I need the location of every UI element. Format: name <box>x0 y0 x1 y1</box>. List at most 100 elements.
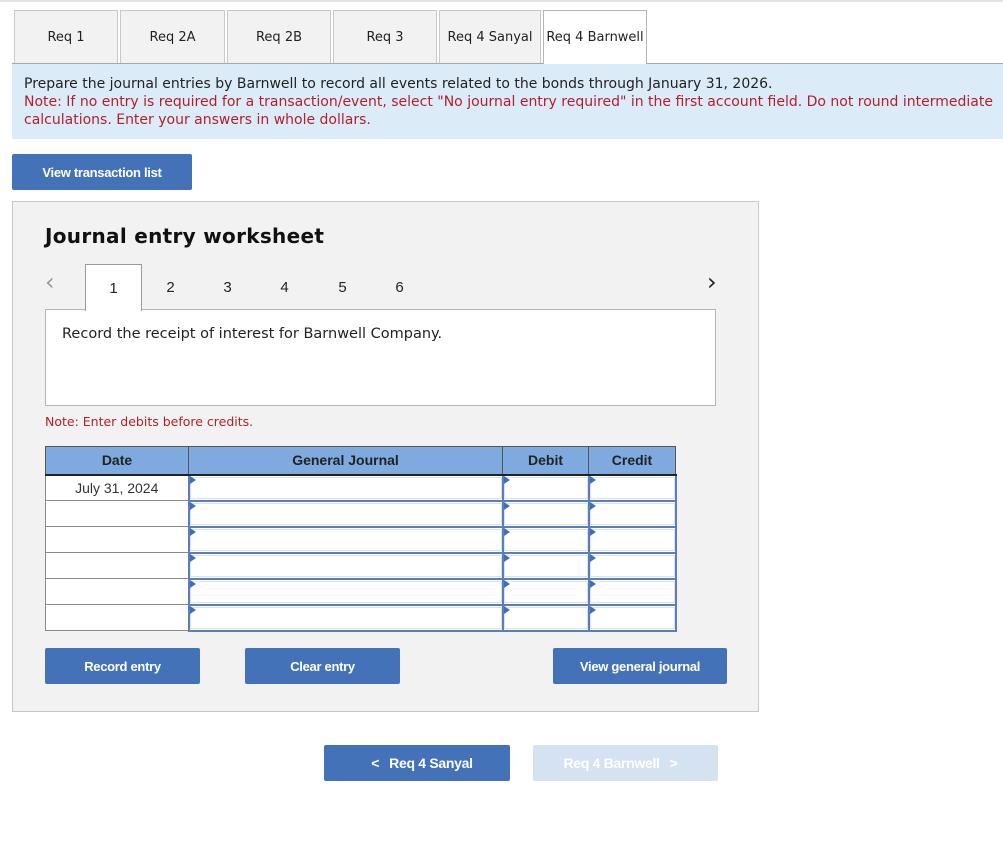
tab-req-4-barnwell[interactable]: Req 4 Barnwell <box>543 10 647 64</box>
dropdown-marker-icon <box>589 527 596 536</box>
dropdown-marker-icon <box>189 475 196 484</box>
table-row <box>45 499 677 528</box>
account-input[interactable] <box>189 606 502 629</box>
dropdown-marker-icon <box>189 579 196 588</box>
credit-input[interactable] <box>589 606 675 629</box>
worksheet-title: Journal entry worksheet <box>45 224 325 248</box>
dropdown-marker-icon <box>589 553 596 562</box>
date-cell <box>45 604 189 631</box>
top-divider <box>0 0 1003 2</box>
debit-cell <box>501 499 590 528</box>
instructions-box: Prepare the journal entries by Barnwell … <box>12 64 1003 139</box>
table-header-row: Date General Journal Debit Credit <box>45 446 676 476</box>
account-cell <box>187 499 504 528</box>
next-requirement-button: Req 4 Barnwell > <box>533 745 718 781</box>
credit-input[interactable] <box>589 554 675 577</box>
date-cell <box>45 526 189 553</box>
dropdown-marker-icon <box>503 553 510 562</box>
dropdown-marker-icon <box>589 475 596 484</box>
debit-input[interactable] <box>503 476 588 499</box>
chevron-left-icon: < <box>371 755 380 771</box>
table-row <box>45 525 677 554</box>
credit-input[interactable] <box>589 528 675 551</box>
dropdown-marker-icon <box>503 475 510 484</box>
dropdown-marker-icon <box>503 579 510 588</box>
table-row <box>45 603 677 632</box>
header-debit: Debit <box>502 446 589 476</box>
credit-cell <box>587 551 677 580</box>
entry-description-text: Record the receipt of interest for Barnw… <box>62 326 443 342</box>
date-cell <box>45 552 189 579</box>
credit-cell <box>587 577 677 606</box>
account-cell <box>187 473 504 502</box>
page-3[interactable]: 3 <box>199 264 256 310</box>
clear-entry-button[interactable]: Clear entry <box>245 648 400 684</box>
dropdown-marker-icon <box>189 501 196 510</box>
dropdown-marker-icon <box>589 605 596 614</box>
account-input[interactable] <box>189 580 502 603</box>
credit-cell <box>587 603 677 632</box>
dropdown-marker-icon <box>189 553 196 562</box>
table-row <box>45 577 677 606</box>
tab-req-4-sanyal[interactable]: Req 4 Sanyal <box>439 10 541 63</box>
dropdown-marker-icon <box>189 527 196 536</box>
dropdown-marker-icon <box>589 579 596 588</box>
debit-cell <box>501 577 590 606</box>
chevron-right-icon: > <box>669 755 678 771</box>
account-cell <box>187 525 504 554</box>
debit-input[interactable] <box>503 606 588 629</box>
credit-input[interactable] <box>589 502 675 525</box>
dropdown-marker-icon <box>189 605 196 614</box>
chevron-left-icon[interactable]: ‹ <box>45 268 55 296</box>
instructions-text: Prepare the journal entries by Barnwell … <box>24 76 773 92</box>
date-cell: July 31, 2024 <box>45 474 189 501</box>
account-cell <box>187 551 504 580</box>
debit-input[interactable] <box>503 554 588 577</box>
debits-note: Note: Enter debits before credits. <box>45 414 254 429</box>
chevron-right-icon[interactable]: › <box>707 268 717 296</box>
page-6[interactable]: 6 <box>371 264 428 310</box>
tab-req-2a[interactable]: Req 2A <box>120 10 225 63</box>
debit-cell <box>501 525 590 554</box>
journal-entry-worksheet: Journal entry worksheet ‹ 1 2 3 4 5 6 › … <box>12 201 759 712</box>
entry-description: Record the receipt of interest for Barnw… <box>45 309 716 406</box>
header-credit: Credit <box>588 446 676 476</box>
requirement-tabs: Req 1 Req 2A Req 2B Req 3 Req 4 Sanyal R… <box>14 10 649 64</box>
journal-table: Date General Journal Debit Credit July 3… <box>45 446 677 632</box>
account-input[interactable] <box>189 476 502 499</box>
header-general-journal: General Journal <box>188 446 503 476</box>
debit-cell <box>501 603 590 632</box>
credit-input[interactable] <box>589 580 675 603</box>
account-cell <box>187 577 504 606</box>
tab-req-1[interactable]: Req 1 <box>14 10 118 63</box>
page-4[interactable]: 4 <box>256 264 313 310</box>
date-cell <box>45 500 189 527</box>
record-entry-button[interactable]: Record entry <box>45 648 200 684</box>
account-input[interactable] <box>189 528 502 551</box>
credit-cell <box>587 525 677 554</box>
credit-cell <box>587 473 677 502</box>
dropdown-marker-icon <box>503 605 510 614</box>
view-transaction-list-button[interactable]: View transaction list <box>12 154 192 190</box>
debit-cell <box>501 551 590 580</box>
page-5[interactable]: 5 <box>314 264 371 310</box>
account-cell <box>187 603 504 632</box>
debit-input[interactable] <box>503 580 588 603</box>
debit-input[interactable] <box>503 502 588 525</box>
page-2[interactable]: 2 <box>142 264 199 310</box>
table-row <box>45 551 677 580</box>
tab-req-3[interactable]: Req 3 <box>333 10 437 63</box>
debit-input[interactable] <box>503 528 588 551</box>
credit-cell <box>587 499 677 528</box>
page-1[interactable]: 1 <box>85 264 142 311</box>
debit-cell <box>501 473 590 502</box>
dropdown-marker-icon <box>589 501 596 510</box>
instructions-note: Note: If no entry is required for a tran… <box>24 94 993 128</box>
prev-requirement-label: Req 4 Sanyal <box>389 755 473 771</box>
account-input[interactable] <box>189 502 502 525</box>
account-input[interactable] <box>189 554 502 577</box>
view-general-journal-button[interactable]: View general journal <box>553 648 727 684</box>
tab-req-2b[interactable]: Req 2B <box>227 10 331 63</box>
credit-input[interactable] <box>589 476 675 499</box>
prev-requirement-button[interactable]: < Req 4 Sanyal <box>324 745 510 781</box>
